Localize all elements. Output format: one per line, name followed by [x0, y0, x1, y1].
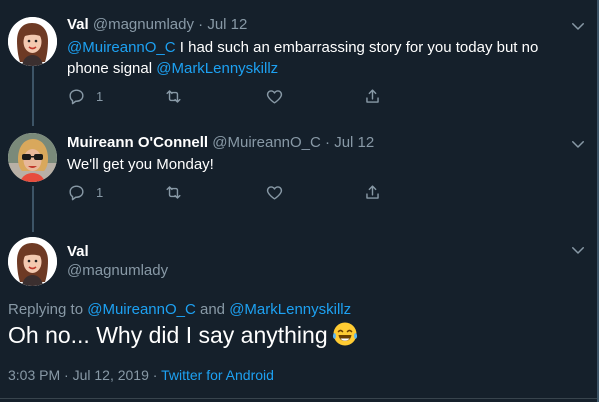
handle[interactable]: @MuireannO_C	[212, 134, 321, 151]
retweet-button[interactable]	[164, 180, 183, 204]
share-button[interactable]	[363, 84, 382, 108]
replying-prefix: Replying to	[8, 301, 88, 318]
tweet[interactable]: Muireann O'Connell @MuireannO_C · Jul 12…	[0, 120, 597, 232]
chevron-down-icon[interactable]	[569, 135, 587, 153]
share-button[interactable]	[363, 180, 382, 204]
tweet-time[interactable]: 3:03 PM	[8, 367, 60, 383]
tweet[interactable]: Val @magnumlady · Jul 12 @MuireannO_C I …	[0, 0, 597, 120]
tweet-header: Muireann O'Connell @MuireannO_C · Jul 12	[67, 133, 374, 153]
display-name[interactable]: Val	[67, 16, 89, 33]
tweet-date[interactable]: Jul 12, 2019	[73, 367, 149, 383]
like-icon	[266, 185, 283, 200]
separator: ·	[64, 367, 69, 383]
avatar[interactable]	[8, 237, 57, 286]
tweet-meta: 3:03 PM · Jul 12, 2019 · Twitter for And…	[8, 365, 274, 385]
replying-to: Replying to @MuireannO_C and @MarkLennys…	[8, 300, 351, 320]
mention-link[interactable]: @MuireannO_C	[87, 301, 196, 318]
tweet-actions: 1	[67, 84, 397, 108]
tweet-text-content: Oh no... Why did I say anything	[8, 322, 328, 348]
tweet-text: @MuireannO_C I had such an embarrassing …	[67, 37, 567, 79]
separator: ·	[198, 16, 204, 33]
mention-link[interactable]: @MarkLennyskillz	[156, 60, 278, 77]
handle[interactable]: @magnumlady	[67, 261, 168, 281]
tweet-text: We'll get you Monday!	[67, 156, 214, 173]
tweet-header: Val @magnumlady · Jul 12	[67, 15, 247, 35]
avatar[interactable]	[8, 17, 57, 66]
reply-count: 1	[96, 184, 104, 200]
retweet-icon	[166, 89, 181, 103]
divider	[0, 398, 597, 399]
separator: ·	[325, 134, 331, 151]
separator: ·	[152, 367, 158, 383]
display-name[interactable]: Muireann O'Connell	[67, 134, 208, 151]
mention-link[interactable]: @MuireannO_C	[67, 39, 176, 56]
display-name[interactable]: Val	[67, 242, 89, 262]
retweet-button[interactable]	[164, 84, 183, 108]
chevron-down-icon[interactable]	[569, 241, 587, 259]
reply-button[interactable]: 1	[67, 84, 103, 108]
tweet-source[interactable]: Twitter for Android	[161, 367, 274, 383]
reply-icon	[69, 184, 84, 200]
chevron-down-icon[interactable]	[569, 17, 587, 35]
avatar[interactable]	[8, 133, 57, 182]
handle[interactable]: @magnumlady	[93, 16, 194, 33]
reply-icon	[69, 88, 84, 104]
like-button[interactable]	[265, 84, 284, 108]
face-with-tears-of-joy-icon	[332, 322, 357, 346]
timestamp[interactable]: Jul 12	[334, 134, 374, 151]
retweet-icon	[166, 185, 181, 199]
like-icon	[266, 89, 283, 104]
reply-button[interactable]: 1	[67, 180, 103, 204]
replying-and: and	[195, 301, 230, 318]
share-icon	[366, 88, 379, 103]
mention-link[interactable]: @MarkLennyskillz	[229, 301, 351, 318]
share-icon	[366, 184, 379, 199]
tweet-actions: 1	[67, 180, 397, 204]
like-button[interactable]	[265, 180, 284, 204]
reply-count: 1	[96, 88, 104, 104]
tweet-text: Oh no... Why did I say anything	[8, 320, 358, 350]
focused-tweet: Val @magnumlady Replying to @MuireannO_C…	[0, 232, 597, 402]
timestamp[interactable]: Jul 12	[207, 16, 247, 33]
